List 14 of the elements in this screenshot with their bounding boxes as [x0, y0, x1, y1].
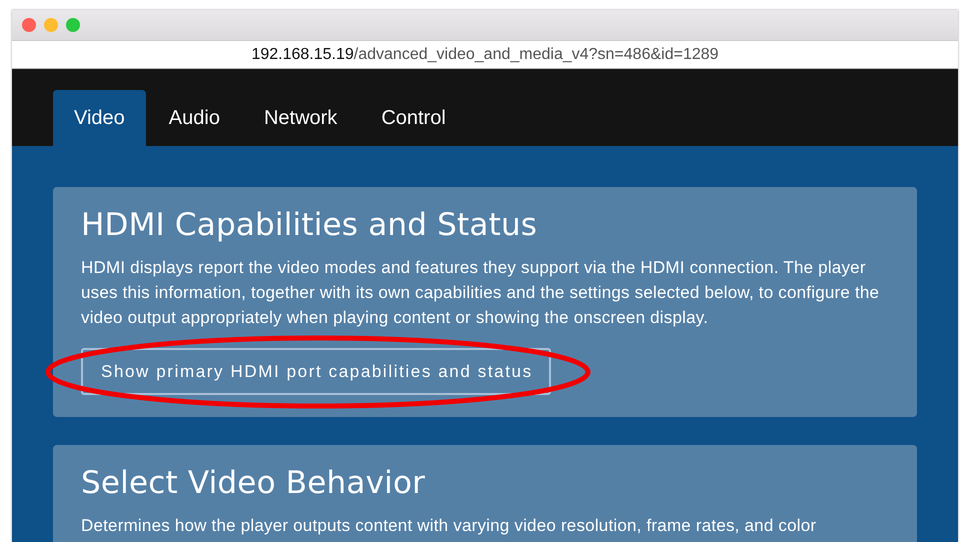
section-title: Select Video Behavior [81, 464, 426, 503]
nav-tab[interactable]: Video [53, 90, 146, 146]
minimize-window-icon[interactable] [44, 18, 58, 32]
url-host[interactable]: 192.168.15.19 [251, 46, 354, 64]
nav-tab[interactable]: Network [242, 90, 358, 146]
show-capabilities-button[interactable]: Show primary HDMI port capabilities and status [81, 348, 551, 395]
nav-tab[interactable]: Control [360, 90, 467, 146]
section-description: HDMI displays report the video modes and features they support via the HDMI connection. The player uses this information, together with its own capabilities and the settings selected below, to configure the video output appropriately when playing content or showing the onscreen display. [81, 257, 880, 329]
url-path[interactable]: /advanced_video_and_media_v4?sn=486&id=1289 [354, 46, 719, 64]
section-description: Determines how the player outputs content with varying video resolution, frame rates, and color [81, 515, 818, 537]
zoom-window-icon[interactable] [66, 18, 80, 32]
section-title: HDMI Capabilities and Status [81, 206, 538, 245]
close-window-icon[interactable] [22, 18, 36, 32]
nav-tab[interactable]: Audio [148, 90, 241, 146]
